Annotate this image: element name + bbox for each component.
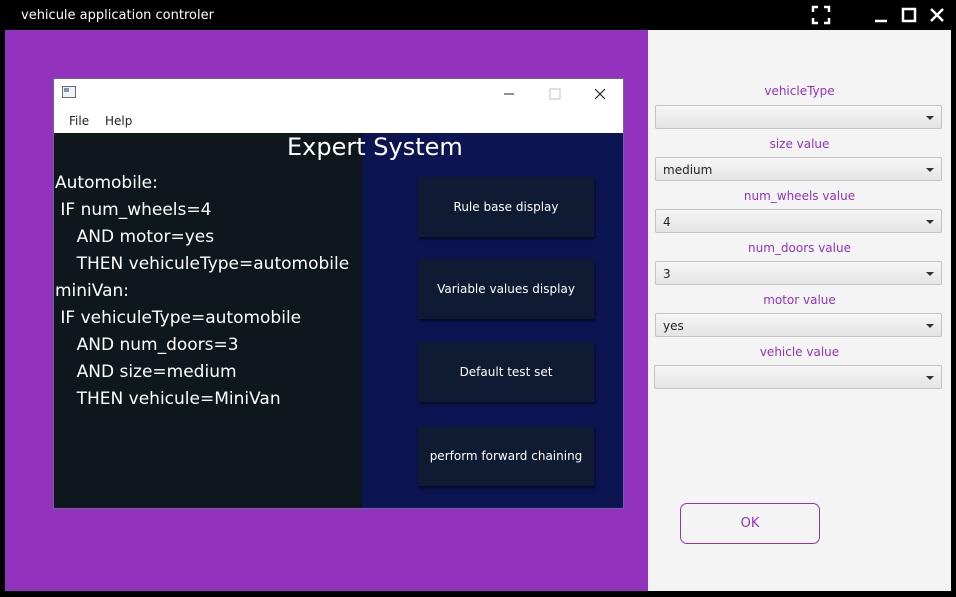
maximize-icon	[544, 83, 566, 105]
dropdown-arrow-icon	[926, 116, 934, 120]
combo-value: 3	[663, 267, 671, 281]
rule-line: IF vehiculeType=automobile	[55, 308, 302, 328]
minimize-icon[interactable]	[498, 83, 520, 105]
app-icon	[62, 86, 76, 98]
dropdown-arrow-icon	[926, 168, 934, 172]
ok-button[interactable]: OK	[680, 503, 820, 544]
expert-content: Expert System Automobile: IF num_wheels=…	[54, 133, 623, 508]
dropdown-arrow-icon	[926, 376, 934, 380]
size-label: size value	[769, 137, 830, 151]
close-icon[interactable]	[589, 83, 611, 105]
vehicle-type-combo[interactable]	[655, 105, 942, 129]
combo-value: yes	[663, 319, 684, 333]
num-wheels-combo[interactable]: 4	[655, 209, 942, 233]
left-pane: File Help Expert System Automobile: IF n…	[5, 30, 648, 591]
num-wheels-label: num_wheels value	[743, 189, 856, 203]
rule-line: AND size=medium	[55, 362, 237, 382]
combo-value: 4	[663, 215, 671, 229]
vehicle-combo[interactable]	[654, 365, 942, 389]
rule-line: AND motor=yes	[55, 227, 215, 247]
default-test-set-button[interactable]: Default test set	[418, 342, 594, 402]
dropdown-arrow-icon	[926, 324, 934, 328]
window-title: vehicule application controler	[21, 8, 214, 23]
menu-file[interactable]: File	[69, 114, 89, 128]
vehicle-type-label: vehicleType	[764, 84, 835, 98]
num-doors-label: num_doors value	[748, 241, 851, 255]
maximize-icon[interactable]	[899, 5, 919, 25]
dropdown-arrow-icon	[926, 272, 934, 276]
motor-combo[interactable]: yes	[655, 313, 942, 337]
variable-values-display-button[interactable]: Variable values display	[418, 259, 594, 319]
rule-line: Automobile:	[55, 173, 158, 193]
page-title: Expert System	[287, 133, 463, 161]
rule-line: THEN vehicule=MiniVan	[55, 389, 281, 409]
outer-titlebar: vehicule application controler	[0, 0, 956, 30]
num-doors-combo[interactable]: 3	[655, 261, 942, 285]
form-panel: vehicleType size value medium num_wheels…	[648, 30, 951, 591]
rule-line: THEN vehiculeType=automobile	[55, 254, 350, 274]
vehicle-label: vehicle value	[759, 345, 840, 359]
rule-line: miniVan:	[55, 281, 130, 301]
rule-line: AND num_doors=3	[55, 335, 239, 355]
fullscreen-icon[interactable]	[811, 5, 831, 25]
minimize-icon[interactable]	[871, 5, 891, 25]
forward-chaining-button[interactable]: perform forward chaining	[418, 426, 594, 486]
dropdown-arrow-icon	[926, 220, 934, 224]
expert-system-window: File Help Expert System Automobile: IF n…	[53, 78, 624, 509]
menu-help[interactable]: Help	[105, 114, 132, 128]
inner-titlebar	[54, 79, 623, 108]
combo-value: medium	[663, 163, 713, 177]
motor-label: motor value	[763, 293, 836, 307]
menubar: File Help	[54, 108, 623, 133]
rule-line: IF num_wheels=4	[55, 200, 212, 220]
outer-body: File Help Expert System Automobile: IF n…	[5, 30, 951, 591]
size-combo[interactable]: medium	[655, 157, 942, 181]
rule-base-display-button[interactable]: Rule base display	[418, 177, 594, 237]
close-icon[interactable]	[927, 5, 947, 25]
